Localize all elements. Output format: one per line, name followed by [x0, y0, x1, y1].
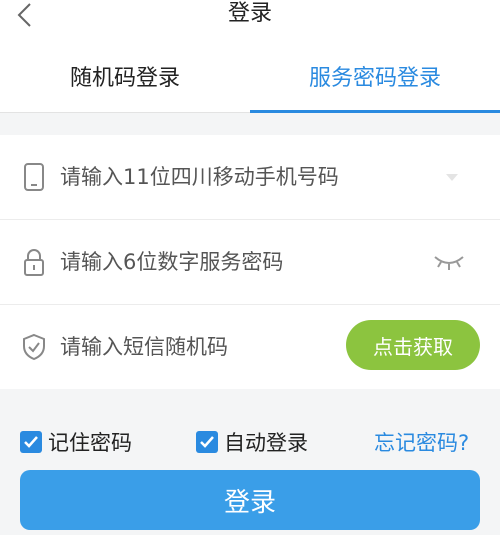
eye-closed-icon[interactable]: [432, 250, 466, 274]
header: 登录: [0, 0, 500, 40]
get-sms-code-button[interactable]: 点击获取: [346, 320, 480, 370]
remember-password-checkbox[interactable]: 记住密码: [20, 427, 132, 457]
page-title: 登录: [227, 1, 272, 26]
phone-row: [0, 135, 500, 220]
shield-check-icon: [23, 333, 45, 361]
auto-login-checkbox[interactable]: 自动登录: [196, 427, 308, 457]
login-options: 记住密码 自动登录 忘记密码?: [0, 415, 500, 461]
chevron-down-icon[interactable]: [440, 167, 464, 187]
checkbox-checked-icon: [196, 431, 218, 453]
checkbox-checked-icon: [20, 431, 42, 453]
lock-icon: [24, 249, 44, 276]
auto-login-label: 自动登录: [224, 431, 308, 455]
login-button[interactable]: 登录: [20, 470, 480, 530]
password-row: [0, 220, 500, 305]
forgot-password-link[interactable]: 忘记密码?: [374, 427, 469, 457]
tab-random-code-login[interactable]: 随机码登录: [0, 40, 250, 112]
password-input[interactable]: [60, 242, 380, 282]
tab-service-password-login[interactable]: 服务密码登录: [250, 40, 500, 113]
remember-password-label: 记住密码: [48, 431, 132, 455]
phone-input[interactable]: [60, 157, 380, 197]
sms-code-input[interactable]: [60, 327, 380, 367]
phone-icon: [24, 163, 44, 191]
login-tabs: 随机码登录 服务密码登录: [0, 40, 500, 113]
